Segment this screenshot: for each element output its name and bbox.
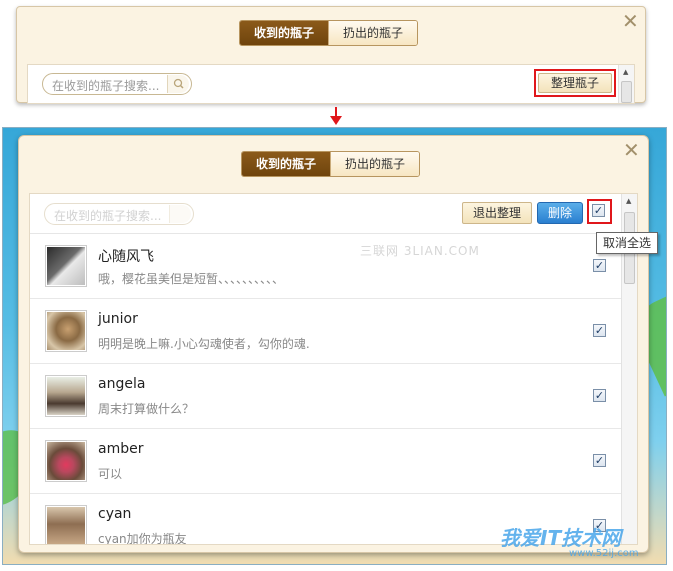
list-item[interactable]: amber 可以 ✓ bbox=[30, 429, 621, 494]
search-placeholder: 在收到的瓶子搜索... bbox=[52, 79, 160, 93]
tidy-button-highlight: 整理瓶子 bbox=[534, 69, 616, 97]
tab-thrown[interactable]: 扔出的瓶子 bbox=[328, 21, 418, 45]
list-item[interactable]: 心随风飞 哦，樱花虽美但是短暂、、、、、、、、、、 ✓ bbox=[30, 234, 621, 299]
tab-received[interactable]: 收到的瓶子 bbox=[242, 152, 331, 176]
list-item[interactable]: angela 周末打算做什么？ ✓ bbox=[30, 364, 621, 429]
tooltip: 取消全选 bbox=[596, 232, 658, 254]
scrollbar-thumb[interactable] bbox=[621, 81, 632, 103]
select-all-checkbox[interactable]: ✓ bbox=[592, 204, 605, 217]
tidy-toolbar: 在收到的瓶子搜索... 退出整理 删除 ✓ bbox=[30, 194, 621, 234]
sender-name[interactable]: cyan bbox=[98, 506, 131, 522]
close-icon[interactable]: ✕ bbox=[623, 140, 640, 160]
scrollbar[interactable]: ▲ bbox=[618, 65, 634, 103]
close-icon[interactable]: ✕ bbox=[622, 11, 639, 31]
bottle-panel-after: ✕ 收到的瓶子 扔出的瓶子 在收到的瓶子搜索... 退出整理 删除 ✓ 心随风飞… bbox=[18, 135, 649, 553]
message-preview: 周末打算做什么？ bbox=[98, 402, 195, 416]
message-preview: cyan加你为瓶友 bbox=[98, 532, 187, 545]
message-preview: 哦，樱花虽美但是短暂、、、、、、、、、、 bbox=[98, 272, 285, 286]
message-preview: 明明是晚上嘛.小心勾魂使者，勾你的魂. bbox=[98, 337, 310, 351]
bottle-list-area: 在收到的瓶子搜索... 退出整理 删除 ✓ 心随风飞 哦，樱花虽美但是短暂、、、… bbox=[29, 193, 638, 545]
scroll-up-arrow-icon[interactable]: ▲ bbox=[626, 197, 631, 205]
bottle-list: 心随风飞 哦，樱花虽美但是短暂、、、、、、、、、、 ✓ junior 明明是晚上… bbox=[30, 234, 621, 545]
down-arrow-icon bbox=[330, 107, 342, 125]
bottle-tabs: 收到的瓶子 扔出的瓶子 bbox=[241, 151, 421, 177]
sender-name[interactable]: angela bbox=[98, 376, 145, 392]
exit-tidy-button[interactable]: 退出整理 bbox=[462, 202, 532, 224]
sender-name[interactable]: junior bbox=[98, 311, 138, 327]
avatar[interactable] bbox=[45, 375, 87, 417]
delete-button[interactable]: 删除 bbox=[537, 202, 583, 224]
bottle-tabs: 收到的瓶子 扔出的瓶子 bbox=[239, 20, 419, 46]
search-icon bbox=[169, 205, 191, 223]
brand-url: www.52ij.com bbox=[569, 548, 639, 559]
sender-name[interactable]: 心随风飞 bbox=[98, 246, 154, 266]
list-item[interactable]: junior 明明是晚上嘛.小心勾魂使者，勾你的魂. ✓ bbox=[30, 299, 621, 364]
item-checkbox[interactable]: ✓ bbox=[593, 454, 606, 467]
search-placeholder: 在收到的瓶子搜索... bbox=[54, 209, 162, 223]
watermark: 三联网 3LIAN.COM bbox=[360, 244, 480, 258]
message-preview: 可以 bbox=[98, 467, 123, 481]
sender-name[interactable]: amber bbox=[98, 441, 143, 457]
avatar[interactable] bbox=[45, 505, 87, 544]
avatar[interactable] bbox=[45, 310, 87, 352]
search-icon[interactable] bbox=[167, 75, 189, 93]
tidy-bottles-button[interactable]: 整理瓶子 bbox=[538, 73, 612, 93]
item-checkbox[interactable]: ✓ bbox=[593, 389, 606, 402]
brand-logo: 我爱IT技术网 bbox=[500, 526, 622, 550]
avatar[interactable] bbox=[45, 440, 87, 482]
item-checkbox[interactable]: ✓ bbox=[593, 259, 606, 272]
bottle-list-area: 在收到的瓶子搜索... 整理瓶子 ▲ bbox=[27, 64, 635, 104]
tab-thrown[interactable]: 扔出的瓶子 bbox=[330, 152, 420, 176]
search-input[interactable]: 在收到的瓶子搜索... bbox=[42, 73, 192, 95]
search-input: 在收到的瓶子搜索... bbox=[44, 203, 194, 225]
bottle-panel-before: ✕ 收到的瓶子 扔出的瓶子 在收到的瓶子搜索... 整理瓶子 ▲ bbox=[16, 6, 646, 104]
tab-received[interactable]: 收到的瓶子 bbox=[240, 21, 329, 45]
select-all-highlight: ✓ bbox=[587, 199, 612, 224]
avatar[interactable] bbox=[45, 245, 87, 287]
item-checkbox[interactable]: ✓ bbox=[593, 324, 606, 337]
scroll-up-arrow-icon[interactable]: ▲ bbox=[623, 68, 628, 76]
